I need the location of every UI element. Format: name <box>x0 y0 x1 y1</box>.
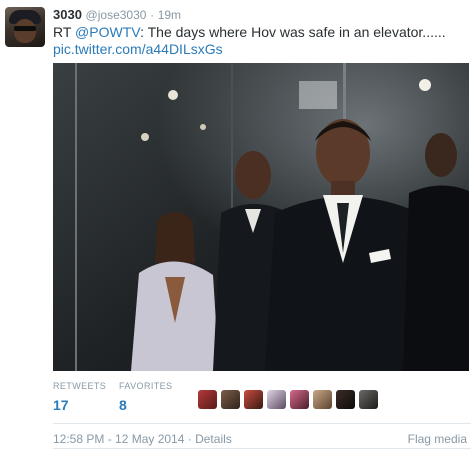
avatar-sunglasses <box>14 26 36 31</box>
details-link[interactable]: Details <box>195 432 232 446</box>
user-avatar[interactable] <box>5 7 45 47</box>
tweet-text-prefix: RT <box>53 24 76 40</box>
tweet-timestamp[interactable]: 12:58 PM - 12 May 2014 <box>53 432 184 446</box>
media-scene <box>53 63 469 371</box>
favoriter-avatar[interactable] <box>267 390 286 409</box>
favorites-count[interactable]: 8 <box>119 396 172 414</box>
tweet-text: RT @POWTV: The days where Hov was safe i… <box>53 24 471 58</box>
header-separator: · <box>150 8 155 22</box>
favoriter-avatar[interactable] <box>244 390 263 409</box>
footer-divider <box>53 448 471 449</box>
favoriter-avatar[interactable] <box>359 390 378 409</box>
tweet-header: 3030 @jose3030 · 19m <box>53 7 181 23</box>
retweets-stat[interactable]: RETWEETS 17 <box>53 380 106 414</box>
favorites-stat[interactable]: FAVORITES 8 <box>119 380 172 414</box>
avatar-face <box>14 19 36 43</box>
favoriter-avatar[interactable] <box>290 390 309 409</box>
meta-separator: · <box>184 432 196 446</box>
tweet-media-image[interactable] <box>53 63 469 371</box>
display-name[interactable]: 3030 <box>53 7 82 22</box>
favoriter-avatar[interactable] <box>313 390 332 409</box>
pic-link[interactable]: pic.twitter.com/a44DILsxGs <box>53 41 223 57</box>
retweets-label: RETWEETS <box>53 381 107 391</box>
tweet-stats: RETWEETS 17 FAVORITES 8 <box>53 380 471 420</box>
favoriter-avatar[interactable] <box>336 390 355 409</box>
tweet-meta: 12:58 PM - 12 May 2014 · Details <box>53 432 232 446</box>
favoriter-avatar[interactable] <box>221 390 240 409</box>
mention-link[interactable]: @POWTV <box>75 24 140 40</box>
flag-media-link[interactable]: Flag media <box>408 432 467 446</box>
tweet-time[interactable]: 19m <box>158 8 181 22</box>
user-handle[interactable]: @jose3030 <box>86 8 147 22</box>
stats-divider <box>53 423 471 424</box>
favorites-label: FAVORITES <box>119 381 173 391</box>
retweets-count[interactable]: 17 <box>53 396 106 414</box>
favoriter-avatar[interactable] <box>198 390 217 409</box>
tweet-text-body: : The days where Hov was safe in an elev… <box>140 24 446 40</box>
